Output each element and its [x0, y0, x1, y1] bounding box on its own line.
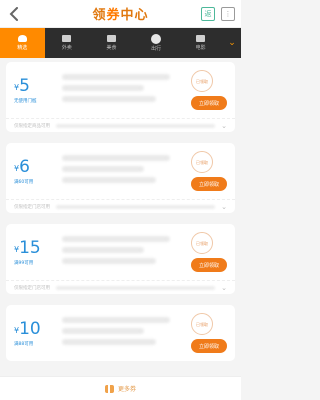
- food-icon: [106, 35, 116, 42]
- coupon-condition: 无使用门槛: [14, 98, 37, 104]
- takeout-icon: [62, 35, 72, 42]
- received-stamp: 已领取: [191, 313, 213, 335]
- coupon-amount: ¥10: [14, 320, 56, 338]
- coupon-note: 仅限指定门店可用: [14, 204, 50, 210]
- tab-travel[interactable]: 出行: [134, 28, 179, 58]
- coupon-card: ¥5 无使用门槛 已领取 立即领取 仅限指定商品可用 ⌄: [6, 62, 235, 132]
- coupon-amount: ¥5: [14, 77, 56, 95]
- travel-icon: [151, 34, 162, 44]
- coupon-note: 仅限指定商品可用: [14, 123, 50, 129]
- claim-button[interactable]: 立即领取: [190, 177, 227, 191]
- coupon-footer: 仅限指定商品可用 ⌄: [6, 118, 235, 132]
- tab-label: 出行: [151, 46, 162, 52]
- coupon-card: ¥6 满60可用 已领取 立即领取 仅限指定门店可用 ⌄: [6, 143, 235, 213]
- category-tabs: 精选 外卖 美食 出行 电影 ⌄: [0, 28, 241, 58]
- currency-symbol: ¥: [14, 82, 20, 92]
- claim-button[interactable]: 立即领取: [190, 96, 227, 110]
- tab-label: 电影: [195, 45, 206, 51]
- featured-icon: [17, 35, 27, 42]
- tab-label: 精选: [17, 45, 28, 51]
- header-bar: 领券中心 返 ⋮: [0, 0, 241, 28]
- coupon-center-page: 领券中心 返 ⋮ 精选 外卖 美食 出行 电影 ⌄ ¥5 无使用门槛 已领取 立…: [0, 0, 241, 400]
- chevron-down-icon[interactable]: ⌄: [221, 203, 227, 211]
- coupon-amount: ¥15: [14, 239, 56, 257]
- more-icon[interactable]: ⋮: [221, 7, 235, 21]
- chevron-down-icon[interactable]: ⌄: [221, 122, 227, 130]
- currency-symbol: ¥: [14, 163, 20, 173]
- received-stamp: 已领取: [191, 151, 213, 173]
- gift-icon: [104, 384, 114, 393]
- tab-takeout[interactable]: 外卖: [45, 28, 90, 58]
- coupon-list: ¥5 无使用门槛 已领取 立即领取 仅限指定商品可用 ⌄ ¥6 满60可用 已领…: [0, 58, 241, 361]
- coupon-note: 仅限指定门店可用: [14, 285, 50, 291]
- title-char-2: 券: [106, 8, 121, 23]
- movie-icon: [196, 35, 206, 42]
- currency-symbol: ¥: [14, 325, 20, 335]
- coupon-footer: 仅限指定门店可用 ⌄: [6, 280, 235, 294]
- amount-value: 6: [19, 156, 30, 177]
- tab-label: 外卖: [61, 45, 72, 51]
- claim-button[interactable]: 立即领取: [190, 258, 227, 272]
- coupon-condition: 满99可用: [14, 260, 34, 266]
- title-char-1: 领: [92, 8, 107, 23]
- chevron-left-icon: [9, 7, 18, 21]
- amount-value: 15: [19, 237, 41, 258]
- tab-label: 美食: [106, 45, 117, 51]
- tab-food[interactable]: 美食: [89, 28, 134, 58]
- page-title: 领券中心: [92, 4, 148, 23]
- coupon-condition: 满60可用: [14, 179, 34, 185]
- claim-button[interactable]: 立即领取: [190, 339, 227, 353]
- coupon-card: ¥15 满99可用 已领取 立即领取 仅限指定门店可用 ⌄: [6, 224, 235, 294]
- rebate-icon[interactable]: 返: [201, 7, 215, 21]
- title-char-3: 中心: [120, 8, 149, 23]
- bottom-label: 更多券: [117, 386, 136, 393]
- bottom-bar[interactable]: 更多券: [0, 376, 241, 400]
- coupon-condition: 满88可用: [14, 341, 34, 347]
- tab-featured[interactable]: 精选: [0, 28, 45, 58]
- header-actions: 返 ⋮: [201, 7, 235, 21]
- back-button[interactable]: [6, 6, 22, 22]
- amount-value: 10: [19, 318, 41, 339]
- coupon-amount: ¥6: [14, 158, 56, 176]
- received-stamp: 已领取: [191, 70, 213, 92]
- tab-movie[interactable]: 电影: [178, 28, 223, 58]
- currency-symbol: ¥: [14, 244, 20, 254]
- chevron-down-icon[interactable]: ⌄: [222, 28, 241, 58]
- received-stamp: 已领取: [191, 232, 213, 254]
- coupon-footer: 仅限指定门店可用 ⌄: [6, 199, 235, 213]
- amount-value: 5: [19, 75, 30, 96]
- coupon-card: ¥10 满88可用 已领取 立即领取: [6, 305, 235, 361]
- chevron-down-icon[interactable]: ⌄: [221, 284, 227, 292]
